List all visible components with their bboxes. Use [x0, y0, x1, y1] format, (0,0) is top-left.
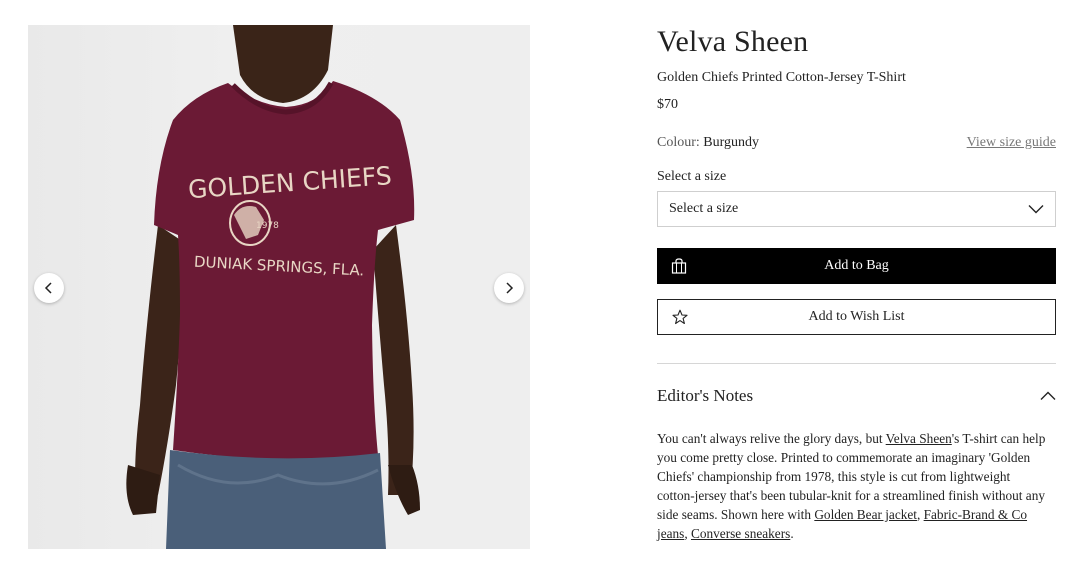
previous-image-button[interactable]	[34, 273, 64, 303]
colour-label: Colour:	[657, 135, 700, 150]
product-image-gallery: GOLDEN CHIEFS 1978 DUNIAK SPRINGS, FLA.	[28, 25, 530, 549]
chevron-up-icon	[1040, 391, 1056, 400]
product-name: Golden Chiefs Printed Cotton-Jersey T-Sh…	[657, 70, 906, 85]
divider	[657, 363, 1056, 364]
colour-row: Colour: Burgundy View size guide	[657, 135, 1056, 151]
colour-value: Burgundy	[703, 135, 760, 150]
brand-link[interactable]: Velva Sheen	[886, 431, 952, 446]
chevron-right-icon	[506, 282, 514, 294]
size-guide-link[interactable]: View size guide	[967, 135, 1056, 151]
add-to-wishlist-label: Add to Wish List	[808, 309, 905, 324]
colour-info: Colour: Burgundy	[657, 135, 759, 151]
editors-notes-text: You can't always relive the glory days, …	[657, 431, 1046, 541]
sneakers-link[interactable]: Converse sneakers	[691, 526, 790, 541]
size-select[interactable]: Select a size	[657, 191, 1056, 227]
size-select-value: Select a size	[669, 201, 739, 216]
editors-notes-title: Editor's Notes	[657, 386, 754, 405]
chevron-down-icon	[1028, 205, 1044, 214]
product-image: GOLDEN CHIEFS 1978 DUNIAK SPRINGS, FLA.	[126, 25, 420, 549]
product-info-panel: Velva Sheen Golden Chiefs Printed Cotton…	[657, 25, 1056, 543]
next-image-button[interactable]	[494, 273, 524, 303]
chevron-left-icon	[44, 282, 52, 294]
jacket-link[interactable]: Golden Bear jacket	[814, 507, 917, 522]
brand-name[interactable]: Velva Sheen	[657, 25, 1056, 59]
star-icon	[672, 309, 688, 325]
add-to-bag-button[interactable]: Add to Bag	[657, 248, 1056, 284]
editors-notes-toggle[interactable]: Editor's Notes	[657, 386, 1056, 406]
product-price: $70	[657, 97, 678, 112]
add-to-wishlist-button[interactable]: Add to Wish List	[657, 299, 1056, 335]
add-to-bag-label: Add to Bag	[824, 258, 889, 273]
shopping-bag-icon	[671, 258, 687, 274]
size-label: Select a size	[657, 169, 727, 184]
shirt-print-year: 1978	[256, 221, 279, 231]
